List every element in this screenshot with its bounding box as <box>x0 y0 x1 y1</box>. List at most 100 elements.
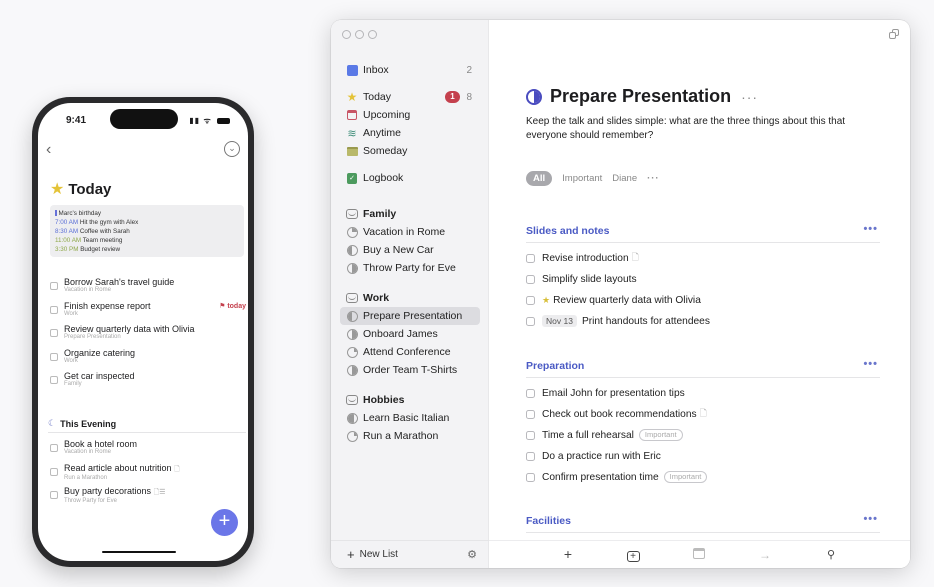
todo-item[interactable]: Check out book recommendations 🗋 <box>526 406 707 422</box>
sidebar-item-today[interactable]: ★ Today 1 8 <box>340 88 480 106</box>
note-icon: 🗋 <box>174 465 180 473</box>
checkbox[interactable] <box>50 444 58 452</box>
todo-item[interactable]: Time a full rehearsal Important <box>526 427 683 443</box>
sidebar-item-someday[interactable]: Someday <box>340 142 480 160</box>
todo-item[interactable]: Simplify slide layouts <box>526 271 637 287</box>
page-title-text: Today <box>68 180 112 198</box>
checkbox[interactable] <box>50 329 58 337</box>
minimize-window-button[interactable] <box>355 30 364 39</box>
area-box-icon <box>346 208 358 220</box>
checkbox[interactable] <box>50 491 58 499</box>
todo-item[interactable]: ★ Review quarterly data with Olivia <box>526 292 701 308</box>
list-item[interactable]: Book a hotel room Vacation in Rome <box>48 439 248 463</box>
archive-box-icon <box>346 145 358 157</box>
todo-item[interactable]: Email John for presentation tips <box>526 385 685 401</box>
calendar-event[interactable]: Marc's birthday <box>55 209 239 218</box>
sidebar-project-buy-a-new-car[interactable]: Buy a New Car <box>340 241 480 259</box>
calendar-events: Marc's birthday 7:00 AM Hit the gym with… <box>50 205 244 257</box>
checkbox[interactable] <box>50 352 58 361</box>
when-button[interactable] <box>692 548 706 562</box>
todo-item[interactable]: Do a practice run with Eric <box>526 448 661 464</box>
sidebar-project-run-a-marathon[interactable]: Run a Marathon <box>340 427 480 445</box>
filter-all[interactable]: All <box>526 171 553 186</box>
add-heading-icon: + <box>626 551 640 562</box>
list-item[interactable]: Organize catering Work <box>48 348 248 372</box>
sidebar-area-family[interactable]: Family <box>340 205 480 223</box>
sidebar-project-throw-party-for-eve[interactable]: Throw Party for Eve <box>340 259 480 277</box>
sidebar-project-attend-conference[interactable]: Attend Conference <box>340 343 480 361</box>
calendar-event[interactable]: 7:00 AM Hit the gym with Alex <box>55 218 239 227</box>
star-icon: ★ <box>346 90 358 104</box>
checkbox[interactable] <box>526 316 535 326</box>
sidebar-project-onboard-james[interactable]: Onboard James <box>340 325 480 343</box>
duplicate-window-icon[interactable] <box>889 29 899 39</box>
project-progress-icon <box>346 364 358 376</box>
sidebar-area-hobbies[interactable]: Hobbies <box>340 391 480 409</box>
project-notes[interactable]: Keep the talk and slides simple: what ar… <box>526 115 876 143</box>
sidebar-project-order-team-t-shirts[interactable]: Order Team T-Shirts <box>340 361 480 379</box>
checkbox[interactable] <box>526 409 535 419</box>
back-chevron-icon[interactable]: ‹ <box>46 141 51 159</box>
sidebar-project-learn-basic-italian[interactable]: Learn Basic Italian <box>340 409 480 427</box>
plus-icon: + <box>347 546 355 562</box>
checkbox[interactable] <box>526 388 535 398</box>
move-button[interactable]: → <box>758 548 772 562</box>
filter-diane[interactable]: Diane <box>612 173 637 184</box>
list-item[interactable]: Finish expense report Work ⚑ today <box>48 301 248 325</box>
heading-more-button[interactable]: ••• <box>863 513 878 525</box>
more-options-icon[interactable]: ⌄ <box>224 141 240 157</box>
filter-more-button[interactable]: ··· <box>647 173 660 184</box>
close-window-button[interactable] <box>342 30 351 39</box>
filter-settings-icon[interactable]: ⚙ <box>467 548 477 561</box>
area-box-icon <box>346 394 358 406</box>
sidebar-item-inbox[interactable]: Inbox 2 <box>340 61 480 79</box>
calendar-event[interactable]: 3:30 PM Budget review <box>55 245 239 254</box>
battery-icon <box>217 117 230 124</box>
heading-preparation[interactable]: Preparation ••• <box>526 358 880 378</box>
checkbox[interactable] <box>526 295 535 305</box>
todo-item[interactable]: Confirm presentation time Important <box>526 469 708 485</box>
project-progress-icon <box>346 262 358 274</box>
filter-important[interactable]: Important <box>562 173 602 184</box>
checkbox[interactable] <box>50 467 58 476</box>
heading-slides-and-notes[interactable]: Slides and notes ••• <box>526 223 880 243</box>
heading-more-button[interactable]: ••• <box>863 358 878 370</box>
new-list-button[interactable]: + New List <box>347 546 398 562</box>
search-button[interactable]: ⚲ <box>824 548 838 561</box>
checkbox[interactable] <box>526 253 535 263</box>
checkbox[interactable] <box>526 472 535 482</box>
list-item[interactable]: Buy party decorations 🗋☰ Throw Party for… <box>48 486 248 510</box>
sidebar-area-work[interactable]: Work <box>340 289 480 307</box>
checkbox[interactable] <box>50 282 58 290</box>
checkbox[interactable] <box>526 430 535 440</box>
checkbox[interactable] <box>526 274 535 284</box>
checkbox[interactable] <box>50 305 58 314</box>
checkbox[interactable] <box>50 376 58 384</box>
checkbox[interactable] <box>526 451 535 461</box>
project-progress-icon <box>346 244 358 256</box>
calendar-event[interactable]: 8:30 AM Coffee with Sarah <box>55 227 239 236</box>
sidebar-item-anytime[interactable]: ≋ Anytime <box>340 124 480 142</box>
list-item[interactable]: Read article about nutrition 🗋 Run a Mar… <box>48 463 248 487</box>
list-item[interactable]: Review quarterly data with Olivia Prepar… <box>48 324 248 348</box>
sidebar-project-prepare-presentation[interactable]: Prepare Presentation <box>340 307 480 325</box>
calendar-event[interactable]: 11:00 AM Team meeting <box>55 236 239 245</box>
list-item[interactable]: Get car inspected Family <box>48 371 248 395</box>
sidebar-item-upcoming[interactable]: Upcoming <box>340 106 480 124</box>
todo-item[interactable]: Nov 13 Print handouts for attendees <box>526 313 710 329</box>
zoom-window-button[interactable] <box>368 30 377 39</box>
project-progress-icon <box>346 412 358 424</box>
moon-icon: ☾ <box>48 418 57 428</box>
new-heading-button[interactable]: + <box>626 548 640 562</box>
todo-item[interactable]: Revise introduction 🗋 <box>526 250 639 266</box>
add-todo-button[interactable]: + <box>211 509 238 536</box>
list-item[interactable]: Borrow Sarah's travel guide Vacation in … <box>48 277 248 301</box>
project-progress-icon <box>346 310 358 322</box>
new-todo-button[interactable]: + <box>561 546 575 562</box>
project-more-button[interactable]: ··· <box>741 89 758 105</box>
project-title[interactable]: Prepare Presentation ··· <box>526 86 758 107</box>
heading-facilities[interactable]: Facilities ••• <box>526 513 880 533</box>
sidebar-item-logbook[interactable]: ✓ Logbook <box>340 169 480 187</box>
heading-more-button[interactable]: ••• <box>863 223 878 235</box>
sidebar-project-vacation-in-rome[interactable]: Vacation in Rome <box>340 223 480 241</box>
